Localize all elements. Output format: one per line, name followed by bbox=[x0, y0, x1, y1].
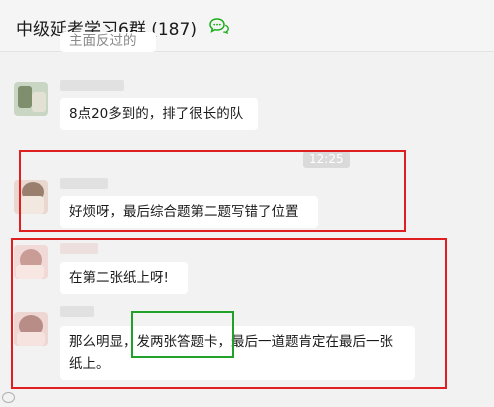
sender-name bbox=[60, 243, 98, 254]
highlighted-phrase: 发两张答题卡 bbox=[136, 334, 218, 350]
watermark bbox=[2, 392, 17, 405]
sender-name bbox=[60, 178, 108, 189]
message-bubble[interactable]: 在第二张纸上呀! bbox=[60, 262, 188, 294]
message-text: 在第二张纸上呀! bbox=[69, 270, 169, 286]
message-bubble[interactable]: 8点20多到的，排了很长的队 bbox=[60, 98, 258, 130]
sender-name bbox=[60, 306, 94, 317]
chat-bubbles-icon[interactable] bbox=[209, 18, 229, 34]
message-bubble[interactable]: 好烦呀，最后综合题第二题写错了位置 bbox=[60, 196, 318, 228]
message-bubble[interactable]: 主面反过的顺 bbox=[60, 32, 156, 52]
avatar[interactable] bbox=[14, 180, 48, 214]
watermark-icon bbox=[2, 392, 15, 403]
message-text: 主面反过的顺 bbox=[69, 33, 137, 52]
message-bubble[interactable]: 那么明显，发两张答题卡，最后一道题肯定在最后一张 纸上。 bbox=[60, 326, 415, 380]
message-text-line-1: 那么明显，发两张答题卡，最后一道题肯定在最后一张 bbox=[69, 334, 393, 350]
message-text: 好烦呀，最后综合题第二题写错了位置 bbox=[69, 204, 299, 220]
member-count: (187) bbox=[151, 20, 197, 40]
message-timestamp: 12:25 bbox=[303, 151, 350, 168]
avatar[interactable] bbox=[14, 245, 48, 279]
message-text-line-2: 纸上。 bbox=[69, 356, 110, 372]
avatar[interactable] bbox=[14, 82, 48, 116]
sender-name bbox=[60, 80, 124, 91]
message-text: 8点20多到的，排了很长的队 bbox=[69, 106, 244, 122]
avatar[interactable] bbox=[14, 312, 48, 346]
